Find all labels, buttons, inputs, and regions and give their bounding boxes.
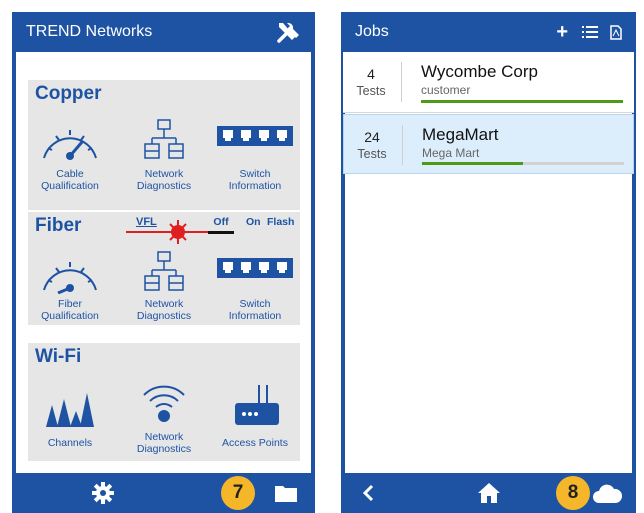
- fiber-qualification-label: Fiber Qualification: [41, 298, 99, 322]
- job-customer: Mega Mart: [422, 146, 480, 160]
- pdf-icon[interactable]: [610, 24, 622, 40]
- app-title: TREND Networks: [26, 23, 153, 40]
- job-divider: [402, 125, 403, 165]
- access-points-tile[interactable]: Access Points: [214, 379, 296, 459]
- channels-label: Channels: [47, 437, 93, 449]
- fiber-section: Fiber VFL Off On Flash Fiber Qualificati…: [28, 212, 300, 325]
- plus-icon[interactable]: +: [556, 21, 568, 44]
- channels-tile[interactable]: Channels: [29, 379, 111, 459]
- channels-icon: [46, 393, 94, 427]
- copper-title: Copper: [35, 83, 102, 104]
- access-points-label: Access Points: [222, 437, 288, 449]
- job-row-selected[interactable]: 24 Tests MegaMart Mega Mart: [343, 114, 634, 174]
- jobs-header: Jobs +: [341, 12, 636, 52]
- step-badge-7: 7: [221, 476, 255, 510]
- job-row[interactable]: 4 Tests Wycombe Corp customer: [343, 52, 634, 113]
- left-border: [12, 52, 16, 473]
- access-point-icon: [235, 385, 279, 425]
- job-progress-fill: [422, 162, 523, 165]
- job-tests-label: Tests: [356, 84, 386, 98]
- switch-icon: [217, 126, 293, 146]
- fiber-network-diagnostics-tile[interactable]: Network Diagnostics: [123, 248, 205, 324]
- home-icon[interactable]: [477, 482, 501, 504]
- wifi-section: Wi-Fi Channels Network Diagnostics Acces…: [28, 343, 300, 461]
- switch-icon: [217, 258, 293, 278]
- copper-network-diagnostics-tile[interactable]: Network Diagnostics: [123, 116, 205, 208]
- tools-header: TREND Networks: [12, 12, 315, 52]
- copper-switch-information-tile[interactable]: Switch Information: [214, 116, 296, 208]
- wifi-title: Wi-Fi: [35, 346, 82, 367]
- tools-bottom-bar: 7: [12, 473, 315, 513]
- network-diagnostics-icon: [144, 119, 184, 159]
- job-customer: customer: [421, 83, 471, 97]
- job-tests-label: Tests: [357, 147, 387, 161]
- list-icon[interactable]: [582, 25, 598, 39]
- gauge-icon: [43, 262, 97, 295]
- gauge-icon: [43, 130, 97, 160]
- wifi-icon: [143, 385, 185, 422]
- folder-icon[interactable]: [274, 483, 298, 503]
- job-test-count: 24: [364, 129, 380, 145]
- copper-section: Copper Cable Qualification Network Diagn…: [28, 80, 300, 210]
- vfl-option-on[interactable]: On: [246, 216, 261, 228]
- fiber-switch-information-label: Switch Information: [228, 298, 282, 322]
- job-divider: [401, 62, 402, 102]
- laser-burst-icon: [126, 220, 208, 244]
- cloud-icon[interactable]: [592, 484, 622, 504]
- job-progress-fill: [421, 100, 623, 103]
- fiber-qualification-tile[interactable]: Fiber Qualification: [29, 248, 111, 324]
- gear-icon[interactable]: [92, 482, 114, 504]
- copper-switch-information-label: Switch Information: [228, 168, 282, 192]
- job-progress-bar: [422, 162, 624, 165]
- vfl-option-flash[interactable]: Flash: [267, 216, 294, 228]
- fiber-switch-information-tile[interactable]: Switch Information: [214, 248, 296, 324]
- tools-icon[interactable]: [275, 19, 301, 45]
- job-name: MegaMart: [422, 125, 499, 144]
- tools-screen: TREND Networks Copper Cable Qualificatio…: [12, 12, 315, 513]
- job-progress-bar: [421, 100, 623, 103]
- jobs-screen: Jobs + 4 Tests Wycombe Corp customer 24 …: [341, 12, 636, 513]
- cable-qualification-tile[interactable]: Cable Qualification: [29, 116, 111, 208]
- network-diagnostics-icon: [144, 251, 184, 291]
- wifi-network-diagnostics-label: Network Diagnostics: [136, 431, 192, 455]
- job-name: Wycombe Corp: [421, 62, 538, 81]
- step-badge-8: 8: [556, 476, 590, 510]
- copper-network-diagnostics-label: Network Diagnostics: [136, 168, 192, 192]
- cable-qualification-label: Cable Qualification: [41, 168, 99, 192]
- fiber-title: Fiber: [35, 215, 82, 236]
- vfl-option-off[interactable]: Off: [208, 216, 234, 234]
- chevron-left-icon[interactable]: [361, 484, 375, 502]
- right-border: [311, 52, 315, 473]
- jobs-bottom-bar: 8: [341, 473, 636, 513]
- wifi-network-diagnostics-tile[interactable]: Network Diagnostics: [123, 379, 205, 459]
- job-test-count: 4: [367, 66, 375, 82]
- vfl-control[interactable]: VFL Off On Flash: [126, 214, 300, 244]
- fiber-network-diagnostics-label: Network Diagnostics: [136, 298, 192, 322]
- jobs-title: Jobs: [355, 23, 389, 40]
